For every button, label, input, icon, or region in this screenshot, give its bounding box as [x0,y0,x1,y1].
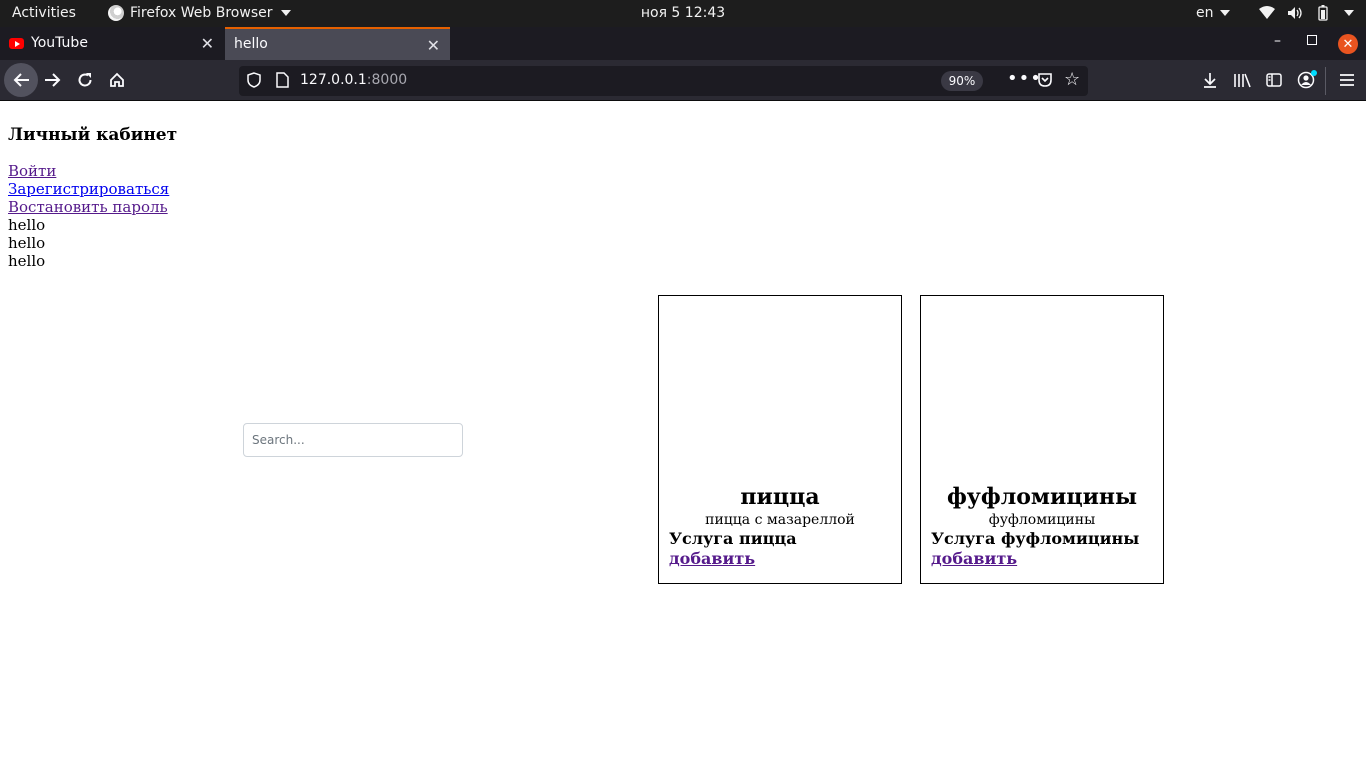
card-title: фуфломицины [946,484,1138,510]
service-card: пицца пицца с мазареллой Услуга пицца до… [658,295,902,584]
tab-hello[interactable]: hello ✕ [225,27,450,60]
gnome-top-bar: Activities Firefox Web Browser ноя 5 12:… [0,0,1366,27]
activities-button[interactable]: Activities [12,5,76,21]
arrow-left-icon [13,73,29,87]
account-icon[interactable] [1295,69,1317,91]
home-icon [110,72,124,87]
account-links: Войти Зарегистрироваться Востановить пар… [8,162,169,270]
bookmark-star-icon[interactable]: ☆ [1064,71,1080,89]
card-description: фуфломицины [988,512,1096,528]
language-indicator[interactable]: en [1196,5,1230,21]
pocket-icon[interactable] [1037,72,1053,92]
login-link[interactable]: Войти [8,162,169,180]
back-button[interactable] [4,63,38,97]
hello-text: hello [8,216,46,234]
hello-text: hello [8,252,46,270]
maximize-button[interactable] [1307,35,1317,45]
tab-title: YouTube [31,35,88,51]
page-info-icon[interactable] [275,72,289,92]
chevron-down-icon [1219,10,1230,16]
reload-button[interactable] [71,66,99,94]
toolbar-separator [1325,67,1326,95]
minimize-button[interactable]: – [1274,33,1281,49]
arrow-right-icon [45,73,61,87]
youtube-icon [9,38,24,49]
url-port: :8000 [366,72,408,88]
web-page: Личный кабинет Войти Зарегистрироваться … [0,101,1366,768]
notification-dot [1311,70,1317,76]
system-tray[interactable] [1258,4,1354,22]
service-card: фуфломицины фуфломицины Услуга фуфломици… [920,295,1164,584]
page-heading: Личный кабинет [8,125,178,145]
close-tab-icon[interactable]: ✕ [201,34,214,53]
home-button[interactable] [103,66,131,94]
volume-icon [1286,4,1304,22]
card-service: Услуга пицца [669,529,797,548]
search-input[interactable] [243,423,463,457]
tab-strip: YouTube ✕ hello ✕ + [0,27,1366,81]
restore-password-link[interactable]: Востановить пароль [8,198,169,216]
library-icon[interactable] [1231,69,1253,91]
navigation-toolbar: 127.0.0.1:8000 90% ••• ☆ [0,60,1366,101]
sidebar-icon[interactable] [1263,69,1285,91]
hamburger-menu-icon[interactable] [1336,69,1358,91]
zoom-indicator[interactable]: 90% [941,71,983,91]
url-host: 127.0.0.1 [300,72,367,88]
add-link[interactable]: добавить [669,549,755,568]
register-link[interactable]: Зарегистрироваться [8,180,169,198]
firefox-icon [108,5,124,21]
card-title: пицца [740,484,820,510]
tracking-protection-icon[interactable] [247,72,261,92]
card-description: пицца с мазареллой [705,512,855,528]
language-label: en [1196,5,1214,21]
wifi-icon [1258,4,1276,22]
reload-icon [78,73,92,87]
url-text[interactable]: 127.0.0.1:8000 [300,72,407,88]
tab-youtube[interactable]: YouTube ✕ [0,27,224,60]
card-service: Услуга фуфломицины [931,529,1140,548]
battery-icon [1314,4,1332,22]
downloads-icon[interactable] [1199,69,1221,91]
chevron-down-icon [1344,10,1354,16]
window-close-button[interactable]: ✕ [1338,34,1358,54]
address-bar[interactable]: 127.0.0.1:8000 90% ••• ☆ [239,66,1088,96]
add-link[interactable]: добавить [931,549,1017,568]
chevron-down-icon [280,10,291,16]
app-menu[interactable]: Firefox Web Browser [108,5,291,21]
close-tab-icon[interactable]: ✕ [427,36,440,55]
tab-title: hello [234,36,268,52]
hello-text: hello [8,234,46,252]
clock[interactable]: ноя 5 12:43 [641,5,725,21]
forward-button[interactable] [39,66,67,94]
app-menu-label: Firefox Web Browser [130,5,273,21]
